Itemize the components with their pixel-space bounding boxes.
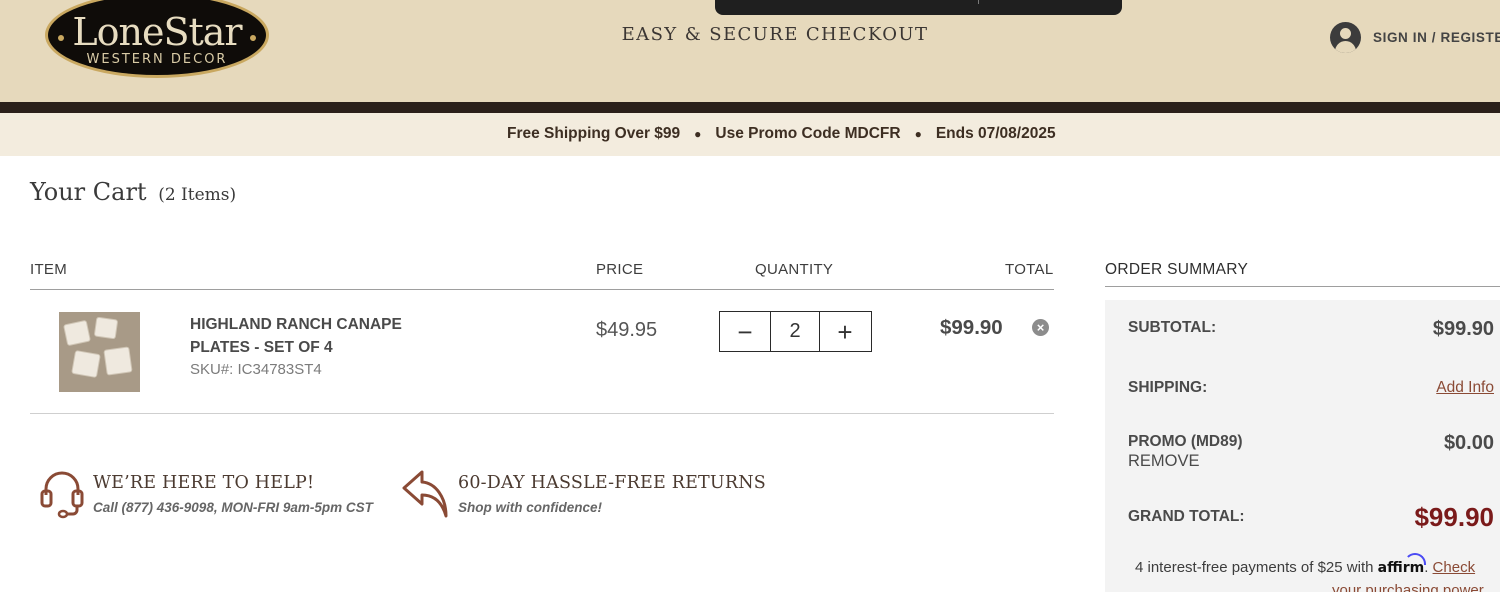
promo-code-text: Use Promo Code MDCFR <box>715 125 901 142</box>
order-summary-title: ORDER SUMMARY <box>1105 261 1249 278</box>
signin-label[interactable]: SIGN IN / REGISTE <box>1373 30 1500 45</box>
help-phone-hours[interactable]: Call (877) 436-9098, MON-FRI 9am-5pm CST <box>93 500 373 515</box>
signin-link[interactable]: SIGN IN / REGISTE <box>1330 22 1500 53</box>
column-header-total: TOTAL <box>1005 261 1054 278</box>
promo-label: PROMO (MD89) <box>1128 433 1243 450</box>
logo-dot-left <box>58 35 64 41</box>
grand-total-label: GRAND TOTAL: <box>1128 508 1245 525</box>
header-divider <box>0 102 1500 113</box>
shipping-label: SHIPPING: <box>1128 379 1208 396</box>
subtotal-label: SUBTOTAL: <box>1128 319 1217 336</box>
returns-subtitle: Shop with confidence! <box>458 500 602 515</box>
help-title: WE’RE HERE TO HELP! <box>93 473 315 493</box>
user-account-icon[interactable] <box>1330 22 1361 53</box>
return-arrow-icon <box>400 468 450 525</box>
returns-title: 60-DAY HASSLE-FREE RETURNS <box>458 473 766 493</box>
quantity-increase-button[interactable]: + <box>819 312 870 351</box>
notification-bar <box>715 0 1122 15</box>
quantity-input[interactable] <box>771 312 819 351</box>
notification-divider <box>978 0 979 4</box>
logo-dot-right <box>250 35 256 41</box>
shipping-add-info-link[interactable]: Add Info <box>1436 379 1494 397</box>
column-header-quantity: QUANTITY <box>755 261 834 278</box>
product-name-link[interactable]: HIGHLAND RANCH CANAPE PLATES - SET OF 4 <box>190 313 450 359</box>
remove-item-icon[interactable]: × <box>1032 319 1049 336</box>
product-sku: SKU#: IC34783ST4 <box>190 361 322 378</box>
row-divider <box>30 413 1054 414</box>
affirm-purchasing-power-link[interactable]: your purchasing power <box>1332 582 1484 592</box>
column-header-price: PRICE <box>596 261 644 278</box>
affirm-logo: affirm <box>1378 553 1426 576</box>
affirm-payments-text: 4 interest-free payments of $25 with <box>1135 559 1374 576</box>
logo-main-text: LoneStar <box>72 9 242 54</box>
line-item-total: $99.90 <box>940 316 1003 339</box>
promo-free-shipping: Free Shipping Over $99 <box>507 125 681 142</box>
promo-remove-link[interactable]: REMOVE <box>1128 452 1200 471</box>
checkout-title: EASY & SECURE CHECKOUT <box>621 24 929 45</box>
promo-discount-value: $0.00 <box>1443 432 1494 454</box>
promo-end-date: Ends 07/08/2025 <box>935 125 1056 142</box>
cart-title-text: Your Cart <box>30 178 147 206</box>
cart-item-count: (2 Items) <box>158 185 237 205</box>
product-unit-price: $49.95 <box>596 319 658 341</box>
cart-title: Your Cart (2 Items) <box>30 178 236 206</box>
headset-icon <box>40 469 84 524</box>
subtotal-value: $99.90 <box>1432 318 1494 340</box>
promo-separator: ● <box>694 127 702 141</box>
affirm-financing-text: 4 interest-free payments of $25 with aff… <box>1135 553 1476 576</box>
quantity-decrease-button[interactable]: − <box>720 312 771 351</box>
column-header-item: ITEM <box>30 261 68 278</box>
promo-separator: ● <box>914 127 922 141</box>
order-summary-divider <box>1105 286 1500 287</box>
promo-banner: Free Shipping Over $99 ● Use Promo Code … <box>0 113 1500 156</box>
table-header-divider <box>30 289 1054 290</box>
grand-total-value: $99.90 <box>1414 502 1494 532</box>
logo-sub-text: WESTERN DECOR <box>86 51 228 67</box>
product-thumbnail[interactable] <box>59 312 140 392</box>
quantity-stepper: − + <box>719 311 872 352</box>
affirm-check-link[interactable]: Check <box>1433 559 1476 576</box>
